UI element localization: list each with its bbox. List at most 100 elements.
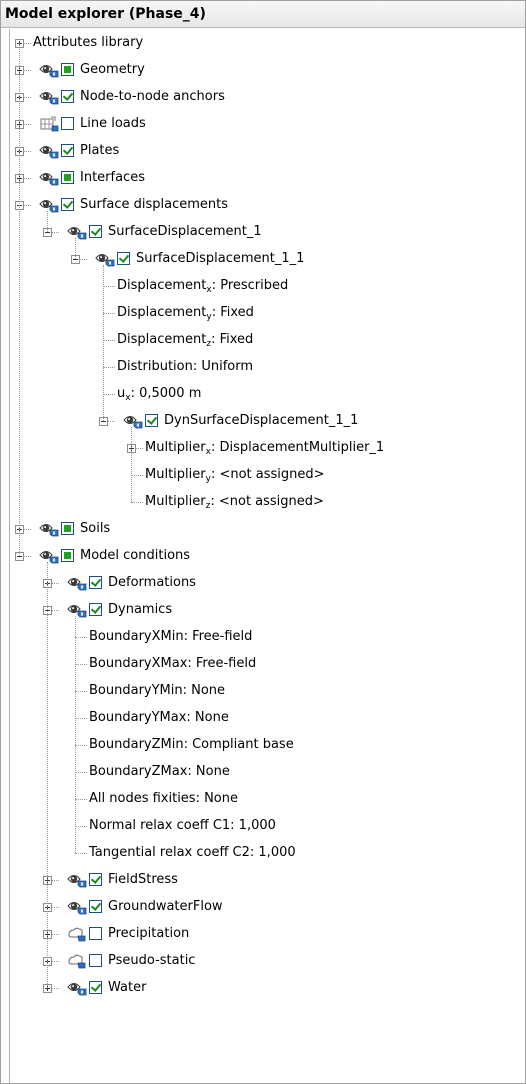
tree-row[interactable]: Multiplierz: <not assigned> — [10, 489, 510, 516]
tree-item-label: Geometry — [80, 61, 145, 79]
tree-row[interactable]: BoundaryZMin: Compliant base — [10, 732, 510, 759]
tree-row[interactable]: Pseudo-static — [10, 948, 510, 975]
tree-row[interactable]: Geometry — [10, 57, 510, 84]
tree-row[interactable]: Multiplierx: DisplacementMultiplier_1 — [10, 435, 510, 462]
tree-row[interactable]: Surface displacements — [10, 192, 510, 219]
tree-item-text: GroundwaterFlow — [108, 898, 223, 914]
hidden-cloud-icon[interactable] — [67, 926, 87, 942]
checkbox-checked[interactable] — [61, 90, 74, 103]
tree-row[interactable]: Multipliery: <not assigned> — [10, 462, 510, 489]
tree-row[interactable]: SurfaceDisplacement_1 — [10, 219, 510, 246]
checkbox-unchecked[interactable] — [61, 117, 74, 130]
visibility-eye-icon[interactable] — [67, 602, 87, 618]
tree-item-label: Displacementy: Fixed — [117, 304, 254, 322]
tree-row[interactable]: Water — [10, 975, 510, 1002]
tree-row[interactable]: BoundaryXMin: Free-field — [10, 624, 510, 651]
checkbox-checked[interactable] — [117, 252, 130, 265]
tree-connector-h — [103, 394, 115, 395]
visibility-eye-icon[interactable] — [67, 980, 87, 996]
tree-area: Attributes library Geometry Node-to-node a… — [9, 29, 525, 1083]
tree-row[interactable]: ux: 0,5000 m — [10, 381, 510, 408]
tree-row[interactable]: FieldStress — [10, 867, 510, 894]
tree-connector-h — [75, 637, 87, 638]
visibility-eye-icon[interactable] — [67, 575, 87, 591]
tree-row[interactable]: DynSurfaceDisplacement_1_1 — [10, 408, 510, 435]
checkbox-checked[interactable] — [89, 873, 102, 886]
tree-row[interactable]: Dynamics — [10, 597, 510, 624]
tree-row[interactable]: Displacementz: Fixed — [10, 327, 510, 354]
visibility-eye-icon[interactable] — [67, 224, 87, 240]
tree-row[interactable]: Deformations — [10, 570, 510, 597]
checkbox-unchecked[interactable] — [89, 954, 102, 967]
visibility-eye-icon[interactable] — [67, 872, 87, 888]
tree-connector-h — [75, 799, 87, 800]
tree-connector-h — [75, 664, 87, 665]
tree-row[interactable]: Node-to-node anchors — [10, 84, 510, 111]
visibility-eye-icon[interactable] — [39, 197, 59, 213]
tree-row[interactable]: Attributes library — [10, 30, 510, 57]
tree-row[interactable]: All nodes fixities: None — [10, 786, 510, 813]
tree-item-text: Surface displacements — [80, 196, 229, 212]
visibility-eye-icon[interactable] — [95, 251, 115, 267]
checkbox-checked[interactable] — [145, 414, 158, 427]
tree-row[interactable]: Soils — [10, 516, 510, 543]
tree-row[interactable]: SurfaceDisplacement_1_1 — [10, 246, 510, 273]
line-loads-icon[interactable] — [39, 116, 59, 132]
tree-row[interactable]: Displacementy: Fixed — [10, 300, 510, 327]
tree-row[interactable]: Line loads — [10, 111, 510, 138]
checkbox-checked[interactable] — [89, 225, 102, 238]
tree-row[interactable]: Interfaces — [10, 165, 510, 192]
tree-item-label: BoundaryZMax: None — [89, 763, 230, 781]
tree-connector-h — [103, 286, 115, 287]
tree-item-text: BoundaryYMin: None — [89, 682, 226, 698]
tree-connector-h — [103, 313, 115, 314]
tree-item-text: Water — [108, 979, 147, 995]
checkbox-partial[interactable] — [61, 63, 74, 76]
tree-connector-h — [75, 772, 87, 773]
tree-row[interactable]: BoundaryYMax: None — [10, 705, 510, 732]
tree-row[interactable]: BoundaryXMax: Free-field — [10, 651, 510, 678]
visibility-eye-icon[interactable] — [123, 413, 143, 429]
tree-item-label: Node-to-node anchors — [80, 88, 225, 106]
tree-connector-h — [75, 853, 87, 854]
tree-connector-v — [47, 211, 48, 232]
tree-row[interactable]: GroundwaterFlow — [10, 894, 510, 921]
tree-item-label: BoundaryZMin: Compliant base — [89, 736, 294, 754]
visibility-eye-icon[interactable] — [39, 143, 59, 159]
tree-item-value: : <not assigned> — [210, 466, 325, 482]
checkbox-checked[interactable] — [89, 900, 102, 913]
tree-row[interactable]: Model conditions — [10, 543, 510, 570]
hidden-cloud-icon[interactable] — [67, 953, 87, 969]
tree-item-label: Attributes library — [33, 34, 143, 52]
visibility-eye-icon[interactable] — [39, 521, 59, 537]
checkbox-partial[interactable] — [61, 171, 74, 184]
checkbox-partial[interactable] — [61, 549, 74, 562]
checkbox-checked[interactable] — [89, 576, 102, 589]
tree-row[interactable]: Displacementx: Prescribed — [10, 273, 510, 300]
tree-item-text: Tangential relax coeff C2: 1,000 — [89, 844, 296, 860]
visibility-eye-icon[interactable] — [39, 89, 59, 105]
visibility-eye-icon[interactable] — [39, 62, 59, 78]
checkbox-checked[interactable] — [61, 198, 74, 211]
checkbox-checked[interactable] — [89, 981, 102, 994]
tree-item-text: SurfaceDisplacement_1_1 — [136, 250, 305, 266]
tree-row[interactable]: Precipitation — [10, 921, 510, 948]
tree-row[interactable]: Plates — [10, 138, 510, 165]
tree-row[interactable]: Distribution: Uniform — [10, 354, 510, 381]
visibility-eye-icon[interactable] — [39, 548, 59, 564]
tree-row[interactable]: BoundaryYMin: None — [10, 678, 510, 705]
tree-row[interactable]: Normal relax coeff C1: 1,000 — [10, 813, 510, 840]
tree-row[interactable]: Tangential relax coeff C2: 1,000 — [10, 840, 510, 867]
tree-item-label: Tangential relax coeff C2: 1,000 — [89, 844, 296, 862]
tree-item-label: BoundaryYMin: None — [89, 682, 225, 700]
tree-row[interactable]: BoundaryZMax: None — [10, 759, 510, 786]
checkbox-partial[interactable] — [61, 522, 74, 535]
visibility-eye-icon[interactable] — [39, 170, 59, 186]
checkbox-checked[interactable] — [61, 144, 74, 157]
visibility-eye-icon[interactable] — [67, 899, 87, 915]
tree-item-text: Distribution: Uniform — [117, 358, 254, 374]
checkbox-checked[interactable] — [89, 603, 102, 616]
tree-item-label: BoundaryYMax: None — [89, 709, 229, 727]
checkbox-unchecked[interactable] — [89, 927, 102, 940]
tree-item-text: SurfaceDisplacement_1 — [108, 223, 262, 239]
